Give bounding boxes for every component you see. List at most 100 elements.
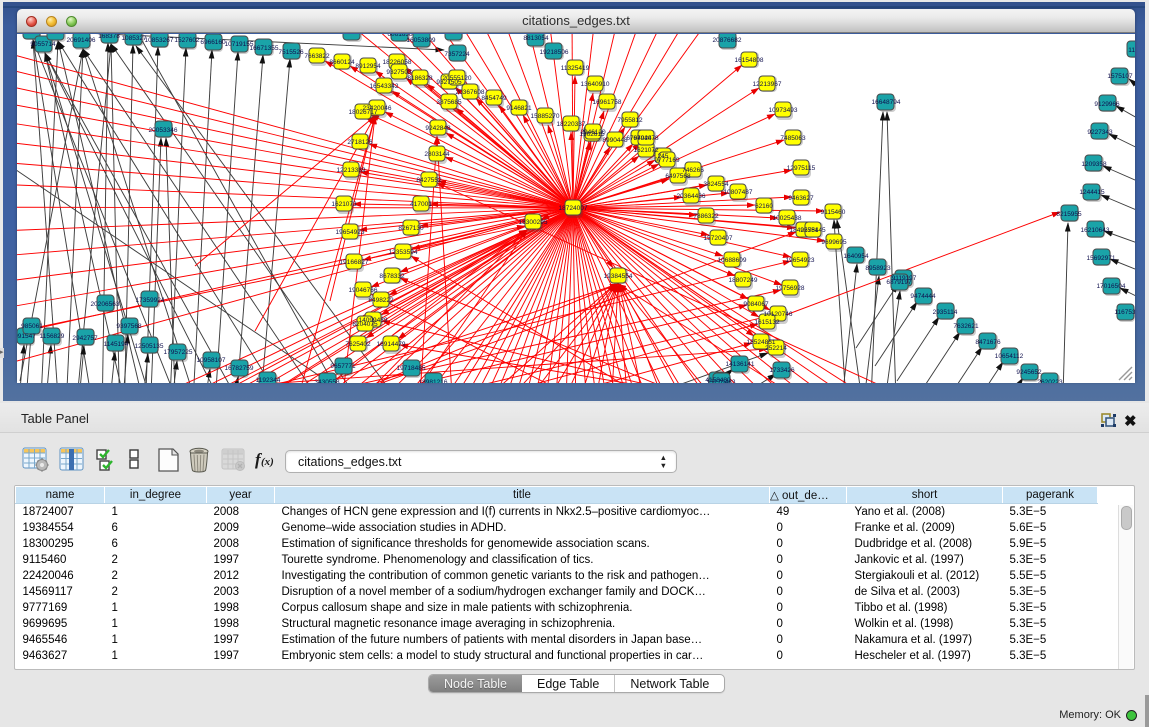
svg-text:7357224: 7357224 bbox=[444, 51, 470, 58]
svg-text:1192344: 1192344 bbox=[256, 377, 281, 383]
svg-text:14136141: 14136141 bbox=[726, 361, 755, 368]
svg-text:7632621: 7632621 bbox=[953, 323, 979, 330]
svg-text:8204075: 8204075 bbox=[352, 321, 378, 328]
svg-text:11866024: 11866024 bbox=[338, 34, 367, 36]
svg-text:1244415: 1244415 bbox=[1079, 189, 1105, 196]
svg-text:8215955: 8215955 bbox=[1056, 211, 1082, 218]
svg-text:17016504: 17016504 bbox=[1097, 283, 1126, 290]
svg-text:7625402: 7625402 bbox=[345, 341, 371, 348]
svg-text:6879197: 6879197 bbox=[886, 279, 912, 286]
svg-text:10654112: 10654112 bbox=[995, 353, 1024, 360]
svg-text:15720407: 15720407 bbox=[704, 235, 733, 242]
svg-text:19218506: 19218506 bbox=[540, 49, 569, 56]
svg-text:10807487: 10807487 bbox=[724, 189, 753, 196]
svg-text:(x): (x) bbox=[261, 456, 274, 468]
svg-text:20691406: 20691406 bbox=[67, 37, 96, 44]
svg-text:168378: 168378 bbox=[98, 34, 120, 40]
svg-text:985061: 985061 bbox=[21, 323, 43, 330]
svg-text:6497568: 6497568 bbox=[665, 173, 691, 180]
svg-text:11325419: 11325419 bbox=[561, 65, 590, 72]
svg-text:1615132: 1615132 bbox=[754, 319, 780, 326]
svg-text:9055714: 9055714 bbox=[30, 41, 56, 48]
svg-text:12353594: 12353594 bbox=[389, 249, 418, 256]
svg-text:116753: 116753 bbox=[1114, 309, 1135, 316]
svg-text:9084067: 9084067 bbox=[743, 301, 769, 308]
svg-text:8454749: 8454749 bbox=[481, 95, 507, 102]
svg-text:10120746: 10120746 bbox=[764, 311, 793, 318]
svg-text:19756928: 19756928 bbox=[776, 285, 805, 292]
svg-text:16210643: 16210643 bbox=[1081, 227, 1110, 234]
svg-text:8498222: 8498222 bbox=[368, 297, 394, 304]
svg-text:12975115: 12975115 bbox=[787, 165, 816, 172]
svg-text:1085327: 1085327 bbox=[121, 35, 147, 42]
svg-text:20364436: 20364436 bbox=[677, 193, 706, 200]
svg-text:18026717: 18026717 bbox=[349, 109, 378, 116]
svg-text:9146821: 9146821 bbox=[506, 105, 532, 112]
svg-text:1733426: 1733426 bbox=[769, 367, 795, 374]
svg-text:8186328: 8186328 bbox=[407, 75, 433, 82]
svg-text:417001: 417001 bbox=[410, 201, 432, 208]
svg-text:17359924: 17359924 bbox=[136, 297, 165, 304]
svg-text:18300295: 18300295 bbox=[519, 219, 548, 226]
svg-text:14248078: 14248078 bbox=[439, 34, 468, 36]
svg-text:8990448: 8990448 bbox=[602, 137, 628, 144]
svg-text:9657771: 9657771 bbox=[330, 363, 356, 370]
svg-text:12213389: 12213389 bbox=[337, 167, 366, 174]
svg-text:6794078: 6794078 bbox=[633, 135, 659, 142]
svg-text:8958923: 8958923 bbox=[865, 265, 891, 272]
svg-text:8813054: 8813054 bbox=[523, 35, 549, 42]
svg-text:19384554: 19384554 bbox=[604, 273, 633, 280]
svg-text:1145194: 1145194 bbox=[104, 341, 129, 348]
svg-text:9397568: 9397568 bbox=[116, 323, 142, 330]
svg-text:19654923: 19654923 bbox=[336, 229, 365, 236]
svg-text:15692971: 15692971 bbox=[1087, 255, 1116, 262]
svg-text:16154808: 16154808 bbox=[735, 57, 764, 64]
svg-text:9474444: 9474444 bbox=[910, 293, 936, 300]
svg-text:16053809: 16053809 bbox=[407, 37, 436, 44]
svg-text:20704: 20704 bbox=[47, 34, 65, 36]
svg-text:10853267: 10853267 bbox=[145, 37, 174, 44]
svg-text:1527602: 1527602 bbox=[174, 37, 200, 44]
svg-text:10973493: 10973493 bbox=[769, 107, 798, 114]
svg-text:19654923: 19654923 bbox=[786, 257, 815, 264]
svg-text:18226058: 18226058 bbox=[383, 59, 412, 66]
svg-text:17957225: 17957225 bbox=[164, 349, 193, 356]
svg-text:8427552: 8427552 bbox=[416, 177, 442, 184]
svg-text:252214: 252214 bbox=[765, 345, 787, 352]
svg-text:8660124: 8660124 bbox=[329, 59, 355, 66]
svg-text:3824554: 3824554 bbox=[703, 181, 729, 188]
svg-text:16782759: 16782759 bbox=[225, 365, 254, 372]
svg-text:3430558: 3430558 bbox=[314, 379, 340, 383]
svg-text:1621072: 1621072 bbox=[633, 147, 659, 154]
svg-text:20053346: 20053346 bbox=[149, 127, 178, 134]
svg-text:15885270: 15885270 bbox=[531, 113, 560, 120]
svg-text:9699695: 9699695 bbox=[821, 239, 847, 246]
svg-text:18981216: 18981216 bbox=[419, 379, 448, 383]
svg-text:16543342: 16543342 bbox=[370, 83, 399, 90]
svg-text:7886322: 7886322 bbox=[693, 213, 719, 220]
svg-text:3875685: 3875685 bbox=[436, 99, 462, 106]
svg-text:16914479: 16914479 bbox=[377, 341, 406, 348]
svg-text:20555120: 20555120 bbox=[443, 75, 472, 82]
svg-text:9777169: 9777169 bbox=[654, 157, 680, 164]
svg-text:8912954: 8912954 bbox=[355, 63, 381, 70]
svg-text:9227343: 9227343 bbox=[1087, 129, 1113, 136]
svg-text:10688609: 10688609 bbox=[718, 257, 747, 264]
svg-text:20876682: 20876682 bbox=[713, 37, 742, 44]
svg-text:16671355: 16671355 bbox=[250, 45, 279, 52]
svg-text:18724007: 18724007 bbox=[559, 205, 588, 212]
svg-text:2718126: 2718126 bbox=[347, 139, 373, 146]
svg-text:7955812: 7955812 bbox=[617, 117, 643, 124]
svg-text:9129966: 9129966 bbox=[1094, 101, 1120, 108]
svg-text:1640954: 1640954 bbox=[843, 253, 869, 260]
svg-text:19718485: 19718485 bbox=[397, 365, 426, 372]
svg-text:16961758: 16961758 bbox=[593, 99, 622, 106]
svg-text:7515526: 7515526 bbox=[278, 49, 304, 56]
svg-text:9242848: 9242848 bbox=[425, 125, 451, 132]
svg-text:9245652: 9245652 bbox=[1016, 369, 1042, 376]
svg-text:991547: 991547 bbox=[17, 333, 36, 340]
svg-text:1112: 1112 bbox=[1128, 47, 1135, 54]
svg-text:10025438: 10025438 bbox=[773, 215, 802, 222]
svg-text:9463627: 9463627 bbox=[788, 195, 814, 202]
svg-text:199318: 199318 bbox=[20, 34, 42, 36]
